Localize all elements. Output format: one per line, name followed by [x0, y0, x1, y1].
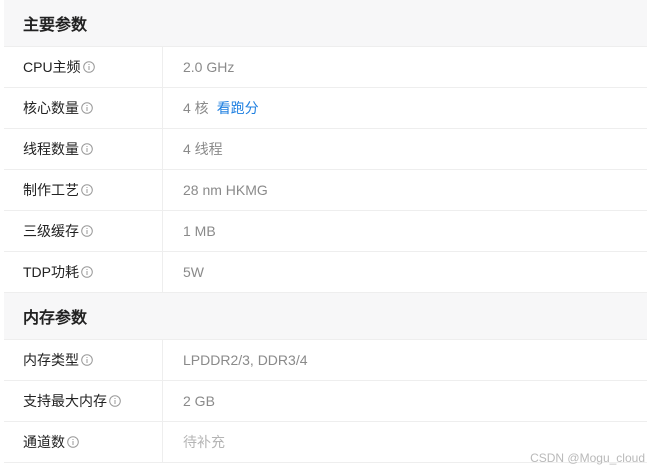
- table-row-cpu-frequency: CPU主频 2.0 GHz: [4, 47, 647, 88]
- info-icon[interactable]: [81, 266, 93, 278]
- section-title: 主要参数: [23, 17, 88, 34]
- row-label: TDP功耗: [23, 264, 79, 280]
- section-header-memory-params: 内存参数: [4, 293, 647, 340]
- row-label: 支持最大内存: [23, 393, 107, 409]
- section-header-main-params: 主要参数: [4, 0, 647, 47]
- info-icon[interactable]: [67, 436, 79, 448]
- table-row-l3-cache: 三级缓存 1 MB: [4, 211, 647, 252]
- row-value: LPDDR2/3, DDR3/4: [183, 352, 308, 368]
- info-icon[interactable]: [81, 143, 93, 155]
- info-icon[interactable]: [81, 102, 93, 114]
- row-label: 制作工艺: [23, 182, 79, 198]
- row-value: 28 nm HKMG: [183, 182, 268, 198]
- benchmark-link[interactable]: 看跑分: [217, 98, 259, 118]
- row-label: 核心数量: [23, 100, 79, 116]
- info-icon[interactable]: [81, 225, 93, 237]
- table-row-core-count: 核心数量 4 核 看跑分: [4, 88, 647, 129]
- section-title: 内存参数: [23, 310, 88, 327]
- info-icon[interactable]: [82, 61, 95, 73]
- row-value: 1 MB: [183, 223, 216, 239]
- spec-table: 主要参数 CPU主频 2.0 GHz 核心数量 4 核 看跑分 线程数量 4 线…: [4, 0, 647, 463]
- watermark: CSDN @Mogu_cloud: [530, 451, 645, 465]
- row-label: 线程数量: [23, 141, 79, 157]
- row-value: 2.0 GHz: [183, 59, 235, 75]
- row-label: 通道数: [23, 434, 65, 450]
- table-row-thread-count: 线程数量 4 线程: [4, 129, 647, 170]
- row-value: 4 线程: [183, 141, 223, 157]
- table-row-memory-type: 内存类型 LPDDR2/3, DDR3/4: [4, 340, 647, 381]
- row-value: 2 GB: [183, 393, 215, 409]
- row-value: 5W: [183, 264, 204, 280]
- info-icon[interactable]: [109, 395, 121, 407]
- row-label: 三级缓存: [23, 223, 79, 239]
- table-row-max-memory: 支持最大内存 2 GB: [4, 381, 647, 422]
- table-row-process: 制作工艺 28 nm HKMG: [4, 170, 647, 211]
- row-label: CPU主频: [23, 59, 81, 75]
- info-icon[interactable]: [81, 184, 93, 196]
- info-icon[interactable]: [81, 354, 93, 366]
- table-row-tdp: TDP功耗 5W: [4, 252, 647, 293]
- row-label: 内存类型: [23, 352, 79, 368]
- row-value: 4 核: [183, 100, 209, 116]
